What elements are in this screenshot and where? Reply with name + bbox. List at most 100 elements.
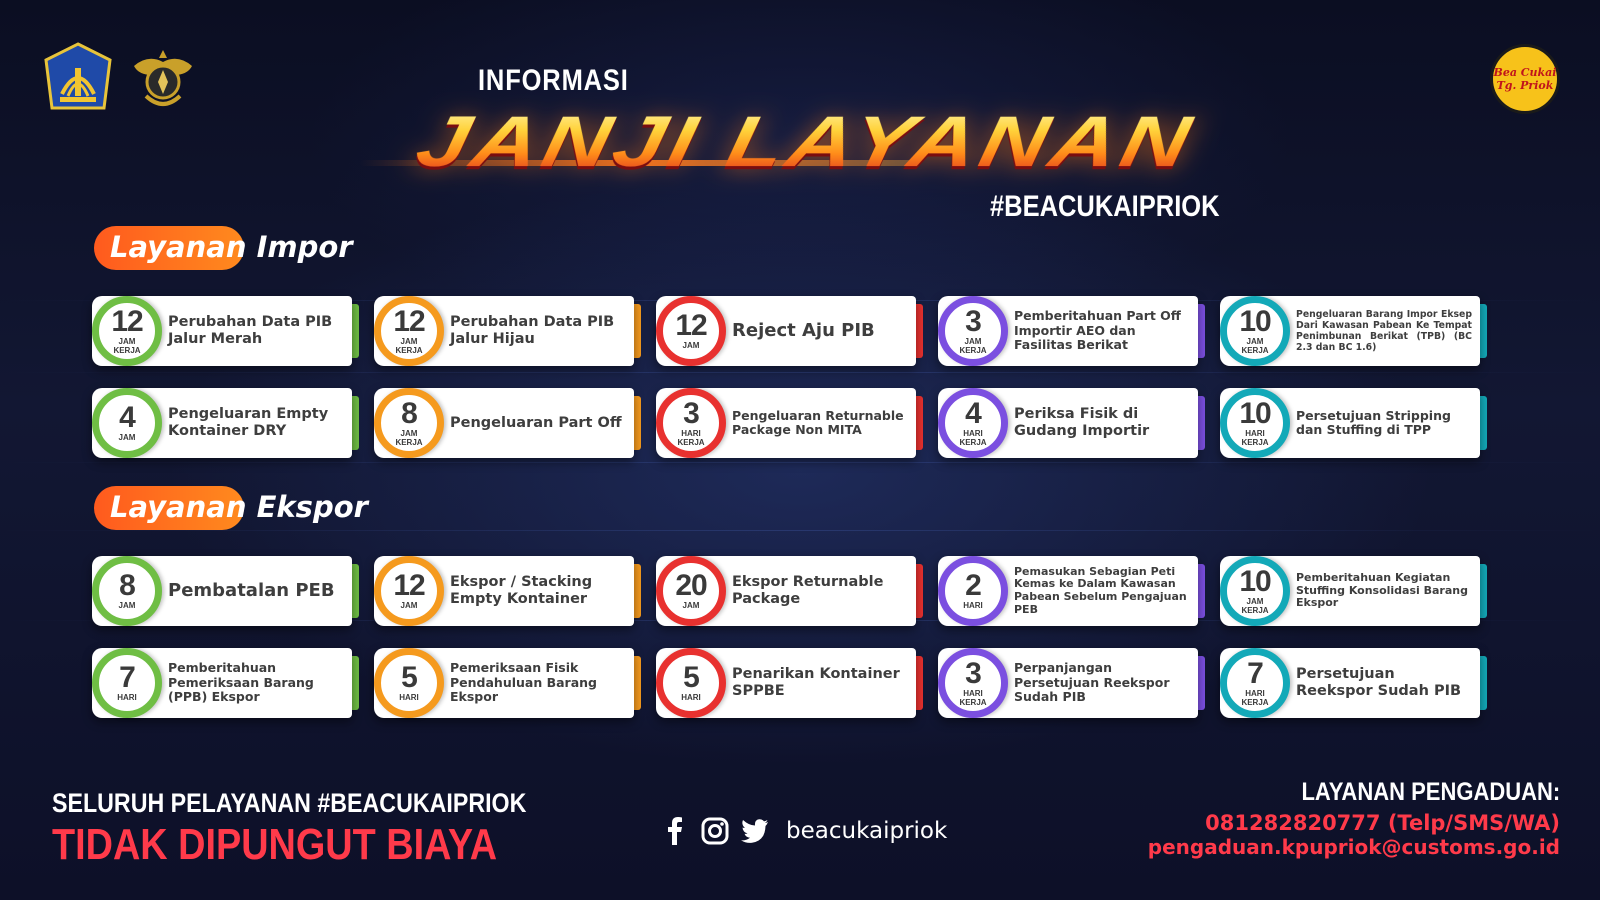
- kemenkeu-logo: [44, 42, 112, 110]
- service-time-unit: HARI KERJA: [677, 428, 705, 447]
- info-label: INFORMASI: [478, 64, 629, 97]
- service-label: Perubahan Data PIB Jalur Merah: [168, 314, 333, 347]
- service-card: 2 HARI Pemasukan Sebagian Peti Kemas ke Da…: [938, 556, 1206, 626]
- bea-cukai-priok-logo: Bea Cukai Tg. Priok: [1490, 44, 1560, 114]
- service-time-badge: 10 JAM KERJA: [1220, 556, 1290, 626]
- service-time-badge: 8 JAM KERJA: [374, 388, 444, 458]
- service-time-badge: 7 HARI KERJA: [1220, 648, 1290, 718]
- service-card: 20 JAM Ekspor Returnable Package: [656, 556, 924, 626]
- complaint-phone[interactable]: 081282820777 (Telp/SMS/WA): [1148, 811, 1560, 835]
- service-time-badge: 10 HARI KERJA: [1220, 388, 1290, 458]
- service-time-badge: 2 HARI: [938, 556, 1008, 626]
- service-time-unit: JAM: [118, 601, 136, 610]
- service-card: 12 JAM Ekspor / Stacking Empty Kontainer: [374, 556, 642, 626]
- complaint-title: LAYANAN PENGADUAN:: [1301, 778, 1560, 806]
- service-label: Pemberitahuan Kegiatan Stuffing Konsolid…: [1296, 571, 1468, 610]
- section-title-text: Layanan Ekspor: [110, 490, 368, 524]
- facebook-icon[interactable]: [660, 816, 690, 846]
- instagram-icon[interactable]: [700, 816, 730, 846]
- service-label: Pemberitahuan Part Off Importir AEO dan …: [1014, 308, 1181, 353]
- service-card: 4 JAM Pengeluaran Empty Kontainer DRY: [92, 388, 360, 458]
- service-time-unit: JAM KERJA: [959, 336, 987, 355]
- free-notice-line1: SELURUH PELAYANAN #BEACUKAIPRIOK: [52, 788, 527, 818]
- social-handle[interactable]: beacukaipriok: [786, 818, 947, 844]
- service-time-badge: 12 JAM KERJA: [374, 296, 444, 366]
- service-card: 10 JAM KERJA Pengeluaran Barang Impor Ekse…: [1220, 296, 1488, 366]
- service-time-badge: 3 JAM KERJA: [938, 296, 1008, 366]
- service-time-number: 3: [965, 304, 982, 338]
- page-title: JANJI LAYANAN: [410, 102, 1267, 182]
- service-time-unit: JAM: [682, 341, 700, 350]
- service-label: Persetujuan Reekspor Sudah PIB: [1296, 666, 1462, 699]
- service-time-number: 5: [401, 661, 418, 694]
- bea-cukai-emblem-logo: [134, 50, 192, 106]
- service-time-badge: 10 JAM KERJA: [1220, 296, 1290, 366]
- service-card: 3 HARI KERJA Pengeluaran Returnable Packag…: [656, 388, 924, 458]
- complaint-service-info: LAYANAN PENGADUAN: 081282820777 (Telp/SM…: [1148, 778, 1560, 859]
- service-time-unit: HARI KERJA: [1241, 688, 1269, 707]
- service-time-unit: JAM: [682, 601, 700, 610]
- service-time-unit: JAM: [118, 433, 136, 442]
- service-time-number: 12: [111, 304, 143, 338]
- service-card: 5 HARI Penarikan Kontainer SPPBE: [656, 648, 924, 718]
- service-card: 8 JAM Pembatalan PEB: [92, 556, 360, 626]
- priok-logo-line2: Tg. Priok: [1496, 79, 1554, 92]
- service-time-badge: 12 JAM KERJA: [92, 296, 162, 366]
- service-time-badge: 4 HARI KERJA: [938, 388, 1008, 458]
- service-label: Perpanjangan Persetujuan Reekspor Sudah …: [1014, 660, 1170, 705]
- service-card: 12 JAM KERJA Perubahan Data PIB Jalur Hija…: [374, 296, 642, 366]
- service-time-badge: 3 HARI KERJA: [938, 648, 1008, 718]
- section-title-text: Layanan Impor: [110, 230, 353, 264]
- service-label: Pengeluaran Returnable Package Non MITA: [732, 407, 904, 437]
- service-time-unit: HARI: [681, 693, 701, 702]
- service-time-badge: 7 HARI: [92, 648, 162, 718]
- service-time-unit: JAM KERJA: [1241, 336, 1269, 355]
- service-time-badge: 5 HARI: [656, 648, 726, 718]
- service-time-number: 3: [965, 656, 982, 690]
- service-label: Persetujuan Stripping dan Stuffing di TP…: [1296, 407, 1451, 437]
- service-time-number: 7: [1247, 656, 1264, 690]
- service-time-number: 8: [401, 396, 418, 430]
- service-time-number: 12: [393, 569, 425, 602]
- section-title-impor: Layanan Impor: [94, 224, 353, 270]
- section-title-ekspor: Layanan Ekspor: [94, 484, 368, 530]
- service-time-number: 5: [683, 661, 700, 694]
- complaint-email[interactable]: pengaduan.kpupriok@customs.go.id: [1148, 835, 1560, 859]
- service-card: 7 HARI Pemberitahuan Pemeriksaan Barang (P…: [92, 648, 360, 718]
- service-time-unit: HARI: [399, 693, 419, 702]
- service-label: Pengeluaran Part Off: [450, 414, 622, 431]
- free-of-charge-notice: SELURUH PELAYANAN #BEACUKAIPRIOK TIDAK D…: [52, 788, 604, 869]
- service-time-number: 7: [119, 661, 136, 694]
- service-time-badge: 12 JAM: [656, 296, 726, 366]
- service-time-badge: 4 JAM: [92, 388, 162, 458]
- service-card: 12 JAM KERJA Perubahan Data PIB Jalur Mera…: [92, 296, 360, 366]
- twitter-icon[interactable]: [740, 816, 770, 846]
- service-label: Pemberitahuan Pemeriksaan Barang (PPB) E…: [168, 660, 314, 705]
- service-time-number: 10: [1239, 564, 1271, 598]
- priok-logo-line1: Bea Cukai: [1493, 66, 1557, 79]
- service-label: Periksa Fisik di Gudang Importir: [1014, 406, 1150, 439]
- service-time-unit: JAM KERJA: [1241, 596, 1269, 615]
- service-time-badge: 5 HARI: [374, 648, 444, 718]
- service-label: Ekspor Returnable Package: [732, 574, 884, 607]
- service-time-number: 12: [675, 309, 707, 342]
- social-links: beacukaipriok: [660, 816, 947, 846]
- service-label: Penarikan Kontainer SPPBE: [732, 666, 900, 699]
- service-time-unit: HARI KERJA: [1241, 428, 1269, 447]
- service-time-unit: HARI KERJA: [959, 428, 987, 447]
- service-time-badge: 20 JAM: [656, 556, 726, 626]
- service-label: Pengeluaran Barang Impor Eksep Dari Kawa…: [1296, 308, 1472, 354]
- service-time-unit: HARI KERJA: [959, 688, 987, 707]
- service-label: Pengeluaran Empty Kontainer DRY: [168, 406, 329, 439]
- service-label: Ekspor / Stacking Empty Kontainer: [450, 574, 593, 607]
- service-label: Pembatalan PEB: [168, 579, 335, 601]
- service-card: 5 HARI Pemeriksaan Fisik Pendahuluan Baran…: [374, 648, 642, 718]
- service-label: Pemasukan Sebagian Peti Kemas ke Dalam K…: [1014, 564, 1187, 616]
- service-time-number: 4: [965, 396, 982, 430]
- service-label: Pemeriksaan Fisik Pendahuluan Barang Eks…: [450, 660, 597, 705]
- service-card: 10 JAM KERJA Pemberitahuan Kegiatan Stuffi…: [1220, 556, 1488, 626]
- service-time-badge: 3 HARI KERJA: [656, 388, 726, 458]
- service-time-badge: 12 JAM: [374, 556, 444, 626]
- service-time-badge: 8 JAM: [92, 556, 162, 626]
- service-label: Reject Aju PIB: [732, 319, 875, 341]
